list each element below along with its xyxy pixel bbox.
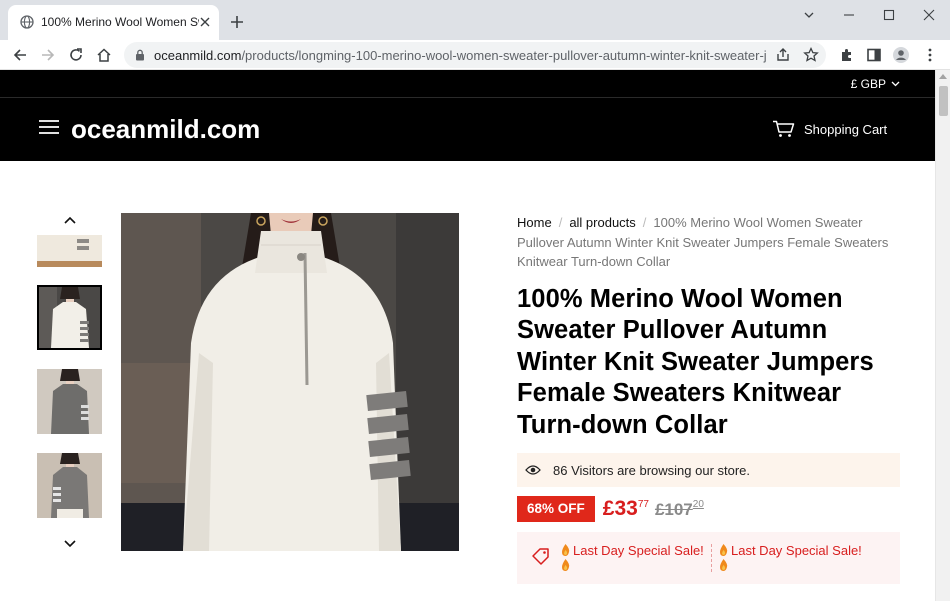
reload-icon[interactable] <box>67 46 85 64</box>
flame-icon <box>720 559 728 571</box>
flame-icon <box>562 559 570 571</box>
forward-arrow-icon[interactable] <box>39 46 57 64</box>
tag-icon <box>532 548 549 565</box>
chevron-up-icon[interactable] <box>63 215 77 225</box>
globe-icon <box>20 15 34 29</box>
currency-label: £ GBP <box>850 77 886 91</box>
minimize-icon[interactable] <box>838 6 860 24</box>
visitors-text: 86 Visitors are browsing our store. <box>553 462 751 478</box>
thumbnail-gallery <box>36 210 104 555</box>
sale-label-text: Last Day Special Sale! <box>731 543 862 558</box>
currency-selector[interactable]: £ GBP <box>851 77 900 91</box>
address-bar[interactable]: oceanmild.com/products/longming-100-meri… <box>124 42 826 68</box>
current-price-cents: 77 <box>637 499 649 510</box>
sale-label: Last Day Special Sale! <box>719 543 862 573</box>
breadcrumb-separator: / <box>558 215 563 230</box>
url-path: /products/longming-100-merino-wool-women… <box>241 48 766 63</box>
kebab-menu-icon[interactable] <box>921 46 939 64</box>
page-scrollbar[interactable] <box>935 70 950 601</box>
extensions-icon[interactable] <box>838 46 856 64</box>
site-header: £ GBP oceanmild.com Shopping Cart <box>0 70 935 161</box>
flame-icon <box>720 544 728 556</box>
star-icon[interactable] <box>802 46 820 64</box>
currency-bar: £ GBP <box>0 70 935 98</box>
back-arrow-icon[interactable] <box>11 46 29 64</box>
discount-badge: 68% OFF <box>517 496 595 522</box>
cart-label: Shopping Cart <box>804 121 888 137</box>
breadcrumb-category[interactable]: all products <box>569 215 635 230</box>
chevron-down-icon[interactable] <box>63 539 77 549</box>
price-row: 68% OFF £3377 £10720 <box>517 496 900 522</box>
chevron-down-icon[interactable] <box>798 6 820 24</box>
current-price: £3377 <box>603 497 649 521</box>
browser-tabstrip: 100% Merino Wool Women Sweater <box>0 0 950 40</box>
current-price-main: £33 <box>602 497 638 520</box>
eye-icon <box>525 465 541 475</box>
original-price-cents: 20 <box>692 498 704 510</box>
url-text[interactable]: oceanmild.com/products/longming-100-meri… <box>154 48 766 63</box>
sale-divider <box>711 544 712 572</box>
maximize-icon[interactable] <box>878 6 900 24</box>
home-icon[interactable] <box>95 46 113 64</box>
sale-label: Last Day Special Sale! <box>561 543 704 573</box>
product-title: 100% Merino Wool Women Sweater Pullover … <box>517 284 874 439</box>
tab-title: 100% Merino Wool Women Sweater <box>41 15 199 29</box>
share-icon[interactable] <box>774 46 792 64</box>
product-thumbnail-active[interactable] <box>37 285 102 350</box>
sidepanel-icon[interactable] <box>865 46 883 64</box>
flame-icon <box>562 544 570 556</box>
cart-icon <box>773 120 795 137</box>
chevron-down-icon <box>891 81 900 87</box>
site-logo[interactable]: oceanmild.com <box>71 114 260 145</box>
scrollbar-thumb[interactable] <box>939 86 948 116</box>
product-details: Home / all products / 100% Merino Wool Women… <box>517 213 900 584</box>
product-thumbnail[interactable] <box>37 453 102 518</box>
lock-icon[interactable] <box>135 49 145 61</box>
scroll-up-arrow[interactable] <box>939 74 947 79</box>
sale-label-text: Last Day Special Sale! <box>573 543 704 558</box>
browser-toolbar: oceanmild.com/products/longming-100-meri… <box>0 40 950 70</box>
original-price-main: £107 <box>654 499 693 519</box>
main-product-image[interactable] <box>121 213 459 551</box>
close-icon[interactable] <box>198 15 212 29</box>
close-window-icon[interactable] <box>918 6 940 24</box>
breadcrumb: Home / all products/100% Merino Wool Women… <box>517 213 900 272</box>
visitors-banner: 86 Visitors are browsing our store. <box>517 453 900 487</box>
product-thumbnail[interactable] <box>37 369 102 434</box>
original-price: £10720 <box>655 499 704 520</box>
hamburger-menu-icon[interactable] <box>38 118 60 136</box>
shopping-cart-link[interactable]: Shopping Cart <box>772 120 887 138</box>
breadcrumb-separator: / <box>642 215 647 230</box>
breadcrumb-home[interactable]: Home <box>517 215 552 230</box>
plus-icon[interactable] <box>229 14 245 30</box>
product-thumbnail[interactable] <box>37 235 102 267</box>
profile-icon[interactable] <box>892 46 910 64</box>
special-sale-banner: Last Day Special Sale! Last Day Special … <box>517 532 900 584</box>
url-host: oceanmild.com <box>154 48 242 63</box>
browser-tab[interactable]: 100% Merino Wool Women Sweater <box>8 5 219 40</box>
